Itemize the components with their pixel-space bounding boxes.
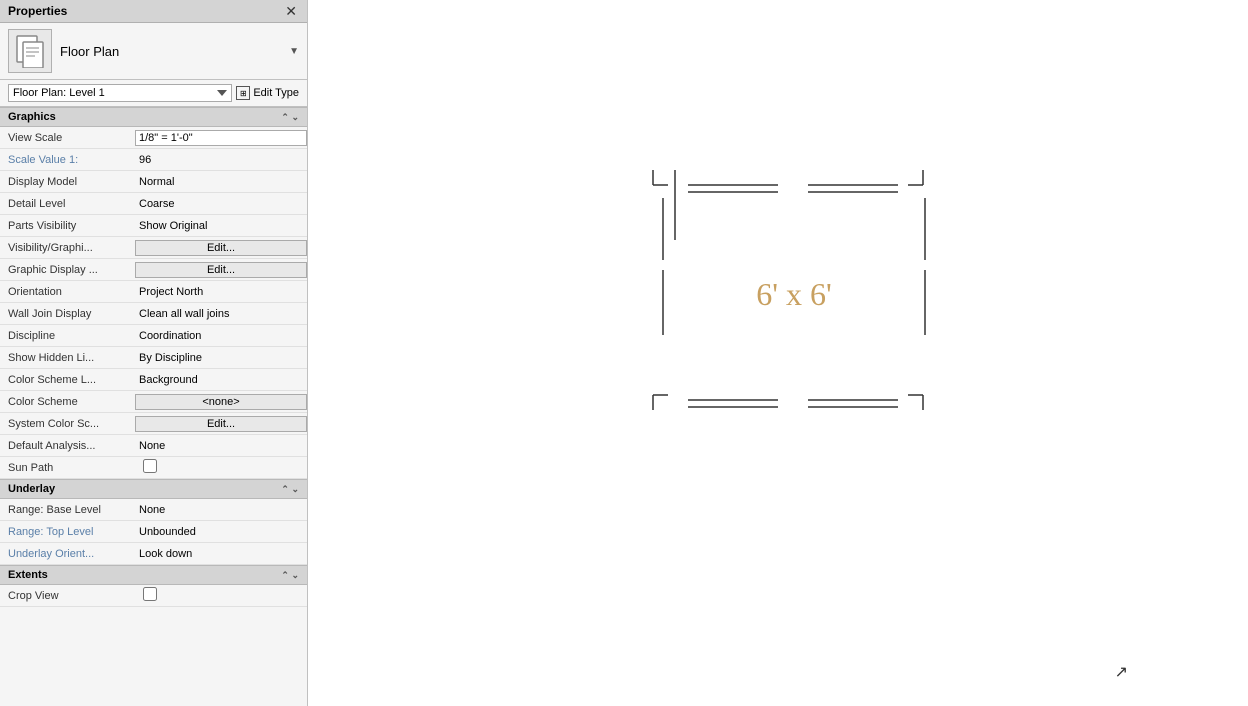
type-selector-row: Floor Plan: Level 1 Floor Plan: Level 2 …	[0, 80, 307, 107]
property-value: 96	[135, 152, 307, 168]
symbol-bottom-left	[653, 395, 668, 410]
symbol-top-left	[653, 170, 668, 185]
property-label: Range: Top Level	[0, 524, 135, 540]
property-label: Color Scheme	[0, 394, 135, 410]
property-value[interactable]: <none>	[135, 394, 307, 410]
property-row: Show Hidden Li...By Discipline	[0, 347, 307, 369]
walls-bottom	[688, 400, 898, 407]
property-row: Range: Top LevelUnbounded	[0, 521, 307, 543]
property-checkbox[interactable]	[143, 587, 157, 601]
property-row: Underlay Orient...Look down	[0, 543, 307, 565]
property-value: Unbounded	[135, 524, 307, 540]
section-collapse-icon: ⌃ ⌄	[281, 112, 299, 123]
section-collapse-icon: ⌃ ⌄	[281, 570, 299, 581]
property-checkbox[interactable]	[143, 459, 157, 473]
property-label: System Color Sc...	[0, 416, 135, 432]
property-value: None	[135, 502, 307, 518]
property-label: Discipline	[0, 328, 135, 344]
walls-top	[675, 170, 898, 240]
property-value: Show Original	[135, 218, 307, 234]
property-value	[135, 457, 307, 478]
level-dropdown[interactable]: Floor Plan: Level 1 Floor Plan: Level 2	[8, 84, 232, 102]
property-value: Coordination	[135, 328, 307, 344]
panel-content: Graphics⌃ ⌄View Scale1/8" = 1'-0"Scale V…	[0, 107, 307, 706]
property-label: Parts Visibility	[0, 218, 135, 234]
canvas-area: 6' x 6' ↗	[308, 0, 1248, 706]
floor-plan-dropdown[interactable]: Floor Plan ▼	[60, 44, 299, 59]
property-value[interactable]: Edit...	[135, 262, 307, 278]
property-row: Sun Path	[0, 457, 307, 479]
edit-type-button[interactable]: ⊞ Edit Type	[236, 86, 299, 100]
property-row: Display ModelNormal	[0, 171, 307, 193]
symbol-top-right	[908, 170, 923, 185]
property-row: OrientationProject North	[0, 281, 307, 303]
room-dimension-label: 6' x 6'	[756, 276, 832, 312]
property-label: Color Scheme L...	[0, 372, 135, 388]
section-header-graphics[interactable]: Graphics ⌃ ⌄	[0, 107, 307, 127]
property-row: System Color Sc...Edit...	[0, 413, 307, 435]
property-label: Sun Path	[0, 460, 135, 476]
property-label: Crop View	[0, 588, 135, 604]
property-value: Look down	[135, 546, 307, 562]
property-label: Visibility/Graphi...	[0, 240, 135, 256]
section-collapse-icon: ⌃ ⌄	[281, 484, 299, 495]
section-header-extents[interactable]: Extents ⌃ ⌄	[0, 565, 307, 585]
panel-header: Properties ✕	[0, 0, 307, 23]
symbol-bottom-right	[908, 395, 923, 410]
property-row: Wall Join DisplayClean all wall joins	[0, 303, 307, 325]
property-row: Range: Base LevelNone	[0, 499, 307, 521]
property-row: View Scale1/8" = 1'-0"	[0, 127, 307, 149]
property-value: Background	[135, 372, 307, 388]
property-value[interactable]: 1/8" = 1'-0"	[135, 130, 307, 146]
property-label: Default Analysis...	[0, 438, 135, 454]
property-row: Scale Value 1:96	[0, 149, 307, 171]
property-value[interactable]: Edit...	[135, 240, 307, 256]
property-label: Orientation	[0, 284, 135, 300]
property-value[interactable]: Edit...	[135, 416, 307, 432]
property-label: Display Model	[0, 174, 135, 190]
property-row: Parts VisibilityShow Original	[0, 215, 307, 237]
property-label: Underlay Orient...	[0, 546, 135, 562]
close-button[interactable]: ✕	[283, 4, 299, 18]
section-header-underlay[interactable]: Underlay ⌃ ⌄	[0, 479, 307, 499]
property-row: Graphic Display ...Edit...	[0, 259, 307, 281]
property-value: Clean all wall joins	[135, 306, 307, 322]
floor-plan-name: Floor Plan	[60, 44, 119, 59]
property-label: Detail Level	[0, 196, 135, 212]
property-row: Default Analysis...None	[0, 435, 307, 457]
property-value: Coarse	[135, 196, 307, 212]
property-value: Project North	[135, 284, 307, 300]
edit-type-icon: ⊞	[236, 86, 250, 100]
floor-plan-selector: Floor Plan ▼	[0, 23, 307, 80]
property-row: Visibility/Graphi...Edit...	[0, 237, 307, 259]
section-title: Extents	[8, 569, 48, 581]
property-value: None	[135, 438, 307, 454]
property-label: Show Hidden Li...	[0, 350, 135, 366]
property-row: DisciplineCoordination	[0, 325, 307, 347]
property-row: Crop View	[0, 585, 307, 607]
property-value: Normal	[135, 174, 307, 190]
property-label: View Scale	[0, 130, 135, 146]
floor-plan-icon	[8, 29, 52, 73]
property-label: Graphic Display ...	[0, 262, 135, 278]
properties-panel: Properties ✕ Floor Plan ▼ Floor Plan: Le…	[0, 0, 308, 706]
property-row: Detail LevelCoarse	[0, 193, 307, 215]
property-label: Scale Value 1:	[0, 152, 135, 168]
section-title: Graphics	[8, 111, 56, 123]
property-label: Range: Base Level	[0, 502, 135, 518]
property-label: Wall Join Display	[0, 306, 135, 322]
property-value	[135, 585, 307, 606]
section-title: Underlay	[8, 483, 55, 495]
panel-title: Properties	[8, 4, 67, 18]
drawing-canvas: 6' x 6'	[308, 0, 1248, 706]
property-row: Color Scheme L...Background	[0, 369, 307, 391]
property-value: By Discipline	[135, 350, 307, 366]
floor-plan-arrow: ▼	[289, 46, 299, 57]
edit-type-label: Edit Type	[253, 87, 299, 99]
property-row: Color Scheme<none>	[0, 391, 307, 413]
